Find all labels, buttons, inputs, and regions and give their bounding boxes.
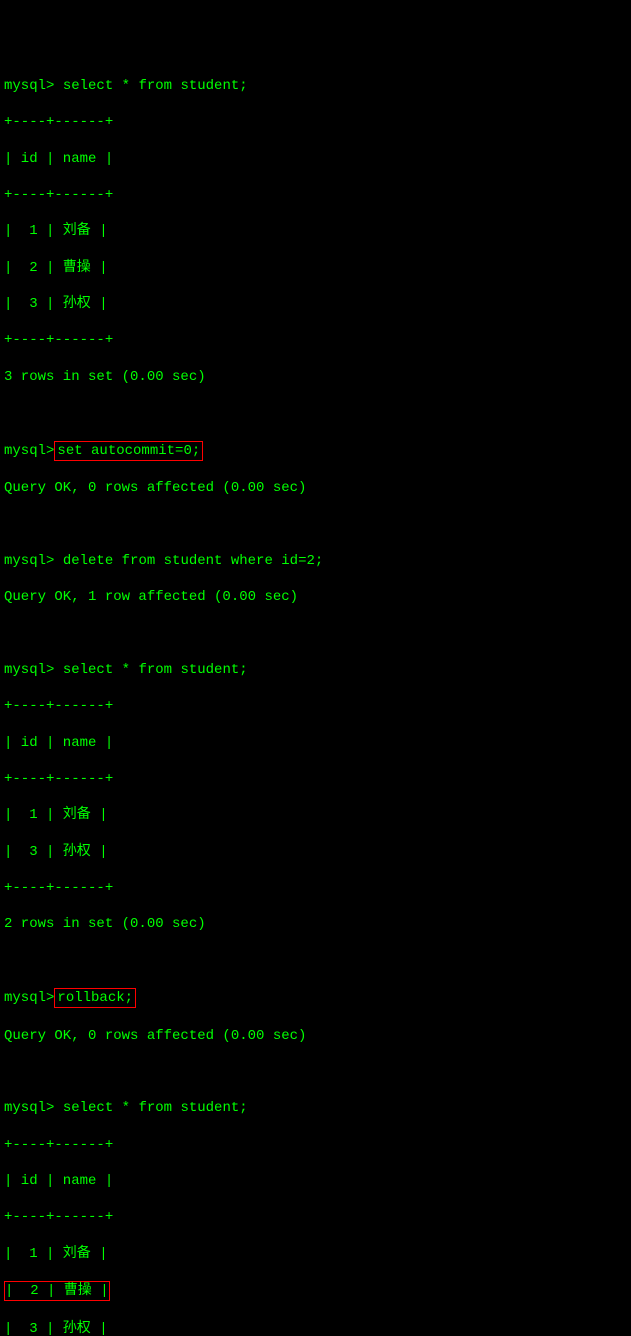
prompt: mysql>: [4, 989, 54, 1007]
highlighted-restored-row: | 2 | 曹操 |: [4, 1281, 110, 1301]
terminal-output: mysql> select * from student;: [4, 1099, 627, 1117]
table-row: | 3 | 孙权 |: [4, 843, 627, 861]
result-rows-2: 2 rows in set (0.00 sec): [4, 915, 627, 933]
table-row: | 2 | 曹操 |: [4, 259, 627, 277]
blank-line: [4, 952, 627, 970]
table-row: | 1 | 刘备 |: [4, 1245, 627, 1263]
prompt: mysql>: [4, 1100, 54, 1116]
terminal-output: mysql> rollback;: [4, 988, 627, 1008]
terminal-output: mysql> select * from student;: [4, 661, 627, 679]
blank-line: [4, 1063, 627, 1081]
table-border: +----+------+: [4, 697, 627, 715]
prompt: mysql>: [4, 553, 54, 569]
terminal-output: mysql> select * from student;: [4, 77, 627, 95]
blank-line: [4, 624, 627, 642]
terminal-output: mysql> set autocommit=0;: [4, 441, 627, 461]
prompt: mysql>: [4, 78, 54, 94]
table-border: +----+------+: [4, 113, 627, 131]
table-header: | id | name |: [4, 1172, 627, 1190]
table-border: +----+------+: [4, 770, 627, 788]
table-row: | 1 | 刘备 |: [4, 222, 627, 240]
table-border: +----+------+: [4, 331, 627, 349]
prompt: mysql>: [4, 662, 54, 678]
terminal-output: mysql> delete from student where id=2;: [4, 552, 627, 570]
table-row: | 1 | 刘备 |: [4, 806, 627, 824]
prompt: mysql>: [4, 442, 54, 460]
table-border: +----+------+: [4, 1136, 627, 1154]
result-ok-1: Query OK, 1 row affected (0.00 sec): [4, 588, 627, 606]
table-header: | id | name |: [4, 150, 627, 168]
query-select-3: select * from student;: [63, 1100, 248, 1116]
result-rows-3: 3 rows in set (0.00 sec): [4, 368, 627, 386]
table-border: +----+------+: [4, 186, 627, 204]
result-ok-0: Query OK, 0 rows affected (0.00 sec): [4, 1027, 627, 1045]
highlighted-command-autocommit: set autocommit=0;: [54, 441, 203, 461]
table-header: | id | name |: [4, 734, 627, 752]
blank-line: [4, 404, 627, 422]
table-row: | 3 | 孙权 |: [4, 1320, 627, 1336]
query-delete: delete from student where id=2;: [63, 553, 323, 569]
table-row: | 3 | 孙权 |: [4, 295, 627, 313]
table-border: +----+------+: [4, 879, 627, 897]
result-ok-0: Query OK, 0 rows affected (0.00 sec): [4, 479, 627, 497]
query-select-2: select * from student;: [63, 662, 248, 678]
table-border: +----+------+: [4, 1208, 627, 1226]
query-select-1: select * from student;: [63, 78, 248, 94]
blank-line: [4, 515, 627, 533]
highlighted-command-rollback: rollback;: [54, 988, 136, 1008]
highlighted-row: | 2 | 曹操 |: [4, 1281, 627, 1301]
